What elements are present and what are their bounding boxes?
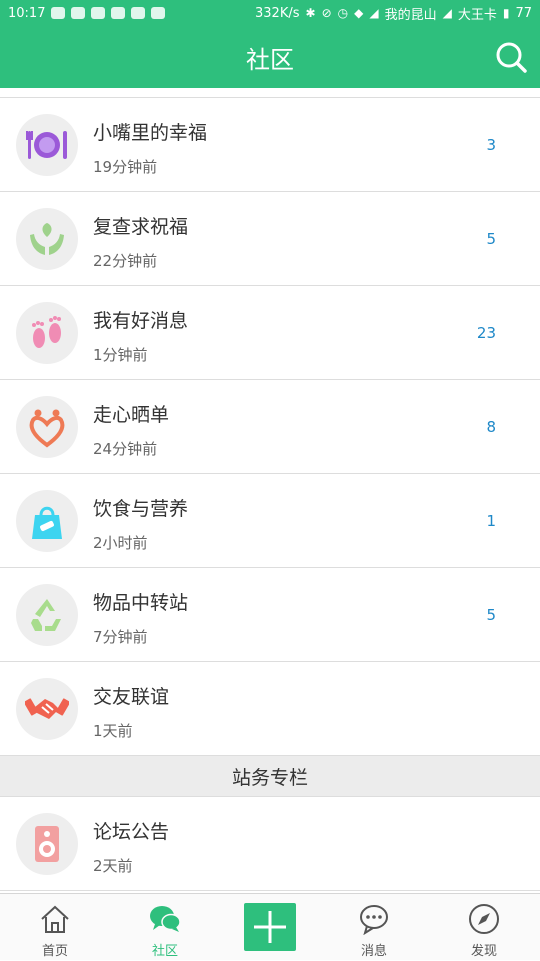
battery-icon: ▮ [502,6,510,20]
chat-bubbles-icon [150,906,181,932]
board-row-物品中转站[interactable]: 物品中转站 7分钟前 5 [0,568,540,662]
tab-label: 社区 [151,944,178,959]
board-count: 8 [486,418,496,436]
board-row-饮食与营养[interactable]: 饮食与营养 2小时前 1 [0,474,540,568]
heart-people-icon [29,409,65,448]
fork-plate-knife-icon [26,131,67,159]
bottom-tab-bar: 首页 社区 消息 发现 [0,893,540,960]
board-avatar [16,813,78,875]
board-list: 小嘴里的幸福 19分钟前 3 复查求祝福 22分钟前 5 我有好消息 1分钟前 … [0,88,540,891]
board-avatar [16,584,78,646]
recycle-icon [31,599,61,631]
wifi-icon: ◆ [354,6,364,20]
board-count: 5 [486,230,496,248]
board-avatar [16,490,78,552]
board-avatar [16,302,78,364]
board-time: 22分钟前 [93,252,158,270]
carrier-2: 大王卡 [457,7,497,23]
tab-label: 发现 [470,944,497,959]
signal-icon: ◢ [442,6,452,20]
compass-icon [469,904,499,934]
carrier-1: 我的昆山 [384,7,437,23]
home-icon [41,905,69,933]
status-bar: 10:17 332K/s ✱ ⊘ ◷ ◆ ◢ 我的昆山 ◢ 大王卡 ▮ 77 [0,0,540,26]
board-time: 24分钟前 [93,440,158,458]
board-count: 23 [476,324,496,342]
shopping-bag-icon [32,506,62,539]
board-name: 交友联谊 [93,686,170,708]
battery-level: 77 [515,5,532,21]
board-row-交友联谊[interactable]: 交友联谊 1天前 [0,662,540,756]
board-avatar [16,678,78,740]
board-name: 复查求祝福 [93,216,189,238]
board-name: 小嘴里的幸福 [93,122,208,144]
tab-label: 消息 [360,944,387,959]
board-count: 5 [486,606,496,624]
app-header: 社区 [0,26,540,88]
message-icon [360,905,388,935]
board-avatar [16,208,78,270]
board-time: 19分钟前 [93,158,158,176]
board-time: 2天前 [93,857,133,875]
tab-label: 首页 [41,944,68,959]
board-name: 饮食与营养 [93,498,189,520]
search-icon[interactable] [494,40,528,74]
board-row-论坛公告[interactable]: 论坛公告 2天前 [0,797,540,891]
mute-icon: ⊘ [321,6,332,20]
board-time: 7分钟前 [93,628,148,646]
page-title: 社区 [246,45,294,74]
tab-discover[interactable]: 发现 [444,894,524,961]
board-row-我有好消息[interactable]: 我有好消息 1分钟前 23 [0,286,540,380]
board-count: 1 [486,512,496,530]
section-header: 站务专栏 [0,756,540,797]
board-row-小嘴里的幸福[interactable]: 小嘴里的幸福 19分钟前 3 [0,98,540,192]
hands-leaf-icon [30,223,64,255]
add-post-button[interactable] [244,903,296,951]
board-row-复查求祝福[interactable]: 复查求祝福 22分钟前 5 [0,192,540,286]
app-notification-icon [111,7,126,19]
plus-icon [254,911,286,943]
baby-feet-icon [32,316,61,348]
board-time: 1分钟前 [93,346,148,364]
bluetooth-icon: ✱ [305,6,316,20]
app-notification-icon [151,7,166,19]
board-row-走心晒单[interactable]: 走心晒单 24分钟前 8 [0,380,540,474]
wechat-notification-icon [51,7,66,19]
signal-icon: ◢ [369,6,379,20]
tab-messages[interactable]: 消息 [334,894,414,961]
board-avatar [16,114,78,176]
network-speed: 332K/s [255,5,300,21]
list-top-divider [0,88,540,98]
board-time: 2小时前 [93,534,148,552]
speaker-icon [35,826,59,862]
wechat-notification-icon [71,7,86,19]
board-avatar [16,396,78,458]
board-name: 我有好消息 [93,310,189,332]
tab-community[interactable]: 社区 [125,894,205,961]
alarm-icon: ◷ [337,6,349,20]
app-notification-icon [91,7,106,19]
board-count: 3 [486,136,496,154]
board-name: 论坛公告 [93,821,170,843]
app-notification-icon [131,7,146,19]
handshake-icon [25,698,69,719]
board-time: 1天前 [93,722,133,740]
status-time: 10:17 [8,5,46,21]
tab-home[interactable]: 首页 [15,894,95,961]
board-name: 物品中转站 [93,592,189,614]
board-name: 走心晒单 [93,404,170,426]
